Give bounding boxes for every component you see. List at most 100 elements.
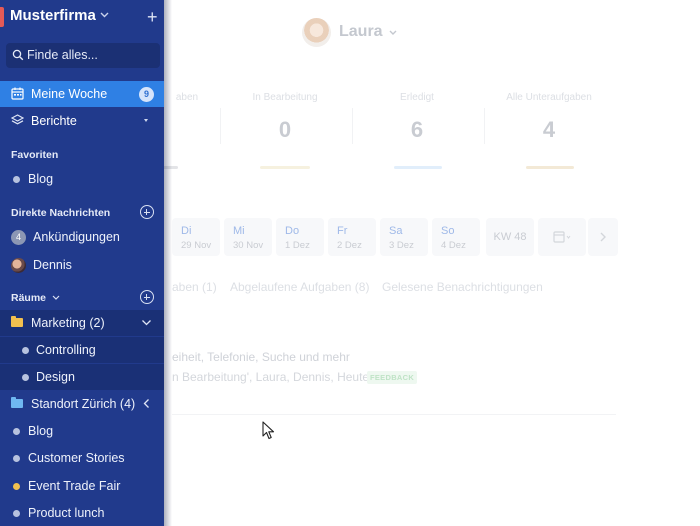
day-date: 4 Dez (441, 240, 466, 251)
day-name: Do (285, 225, 300, 237)
sidebar-item-label: Blog (28, 424, 54, 438)
mouse-cursor-icon (262, 421, 275, 440)
search-input[interactable]: Finde alles... (6, 43, 160, 68)
sidebar-shadow (164, 0, 172, 526)
chevron-down-icon[interactable] (141, 317, 152, 328)
search-icon (12, 49, 24, 61)
day-tile[interactable]: Fr 2 Dez (328, 218, 376, 256)
day-date: 2 Dez (337, 240, 362, 251)
day-name: Mi (233, 225, 245, 237)
layers-icon (11, 114, 24, 125)
sidebar-item-design[interactable]: Design (0, 364, 164, 390)
section-heading-direct-messages: Direkte Nachrichten (11, 207, 111, 219)
channel-dot-icon (22, 374, 29, 381)
section-heading-favorites: Favoriten (11, 149, 59, 161)
sidebar-item-label: Product lunch (28, 506, 105, 520)
sidebar-item-product-lunch[interactable]: Product lunch (0, 500, 164, 526)
progress-bar (260, 166, 310, 169)
user-avatar[interactable] (302, 18, 331, 47)
stat-label: In Bearbeitung (252, 92, 318, 103)
tab-read-notifications[interactable]: Gelesene Benachrichtigungen (382, 280, 543, 294)
user-name[interactable]: Laura (339, 23, 383, 41)
sidebar-item-ankuendigungen[interactable]: 4 Ankündigungen (0, 224, 164, 250)
folder-icon (11, 397, 23, 408)
stat-label: Alle Unteraufgaben (506, 92, 592, 103)
sidebar-item-label: Event Trade Fair (28, 479, 121, 493)
day-tile[interactable]: Sa 3 Dez (380, 218, 428, 256)
day-date: 30 Nov (233, 240, 264, 251)
chevron-down-icon (52, 295, 60, 300)
tab-overdue[interactable]: Abgelaufene Aufgaben (8) (230, 280, 369, 294)
divider (352, 108, 353, 144)
channel-dot-icon (13, 510, 20, 517)
chevron-left-icon[interactable] (141, 398, 152, 409)
sidebar: Musterfirma + Finde alles... Meine Woche… (0, 0, 164, 526)
day-date: 1 Dez (285, 240, 310, 251)
progress-bar (526, 166, 574, 169)
calendar-picker-button[interactable] (538, 218, 586, 256)
divider (220, 108, 221, 144)
day-date: 3 Dez (389, 240, 414, 251)
chevron-down-icon (100, 12, 109, 18)
day-tile[interactable]: So 4 Dez (432, 218, 480, 256)
avatar: 4 (11, 230, 26, 245)
sidebar-item-blog[interactable]: Blog (0, 166, 164, 192)
sidebar-item-label: Marketing (2) (31, 316, 105, 330)
next-week-button[interactable] (588, 218, 618, 256)
sidebar-item-label: Design (36, 370, 75, 384)
sidebar-item-label: Ankündigungen (33, 230, 120, 244)
sidebar-item-blog[interactable]: Blog (0, 418, 164, 444)
sidebar-item-dennis[interactable]: Dennis (0, 252, 164, 278)
day-name: So (441, 225, 455, 237)
workspace-name: Musterfirma (10, 7, 96, 24)
plus-icon[interactable]: + (147, 8, 158, 26)
day-name: Sa (389, 225, 403, 237)
task-title[interactable]: eiheit, Telefonie, Suche und mehr (172, 350, 350, 364)
folder-icon (11, 316, 23, 327)
stat-label: Erledigt (400, 92, 434, 103)
day-name: Fr (337, 225, 348, 237)
tab-tasks[interactable]: aben (1) (172, 280, 217, 294)
divider (484, 108, 485, 144)
channel-dot-icon (22, 347, 29, 354)
divider (172, 414, 616, 415)
chevron-down-icon[interactable] (389, 30, 397, 36)
chevron-right-icon (600, 232, 606, 242)
sidebar-item-label: Meine Woche (31, 87, 108, 101)
sidebar-item-marketing[interactable]: Marketing (2) (0, 310, 164, 336)
workspace-switcher[interactable]: Musterfirma + (0, 5, 164, 29)
brand-logo (0, 7, 4, 27)
channel-dot-icon (13, 428, 20, 435)
channel-dot-icon (13, 483, 20, 490)
week-number[interactable]: KW 48 (486, 218, 534, 256)
sidebar-item-customer-stories[interactable]: Customer Stories (0, 445, 164, 471)
channel-dot-icon (13, 455, 20, 462)
day-tile[interactable]: Mi 30 Nov (224, 218, 272, 256)
day-tile[interactable]: Di 29 Nov (172, 218, 220, 256)
sidebar-item-label: Customer Stories (28, 451, 125, 465)
add-room-icon[interactable] (140, 290, 154, 304)
add-direct-message-icon[interactable] (140, 205, 154, 219)
progress-bar (394, 166, 442, 169)
sidebar-item-meine-woche[interactable]: Meine Woche 9 (0, 81, 164, 107)
sidebar-item-controlling[interactable]: Controlling (0, 337, 164, 363)
section-heading-rooms[interactable]: Räume (11, 292, 60, 304)
sidebar-item-event-trade-fair[interactable]: Event Trade Fair (0, 473, 164, 499)
caret-down-icon[interactable] (144, 119, 148, 122)
task-meta: n Bearbeitung', Laura, Dennis, Heute (172, 370, 370, 384)
status-badge: FEEDBACK (367, 371, 418, 384)
calendar-icon (11, 87, 24, 100)
stat-value: 0 (278, 117, 292, 142)
stat-value: 4 (542, 117, 556, 142)
day-tile[interactable]: Do 1 Dez (276, 218, 324, 256)
sidebar-item-label: Berichte (31, 114, 77, 128)
sidebar-item-label: Controlling (36, 343, 96, 357)
channel-dot-icon (13, 176, 20, 183)
sidebar-item-standort-zuerich[interactable]: Standort Zürich (4) (0, 391, 164, 417)
sidebar-item-berichte[interactable]: Berichte (0, 108, 164, 134)
avatar (11, 258, 26, 273)
sidebar-item-label: Dennis (33, 258, 72, 272)
stat-value: 6 (410, 117, 424, 142)
count-badge: 9 (139, 87, 154, 102)
section-label: Räume (11, 292, 47, 304)
